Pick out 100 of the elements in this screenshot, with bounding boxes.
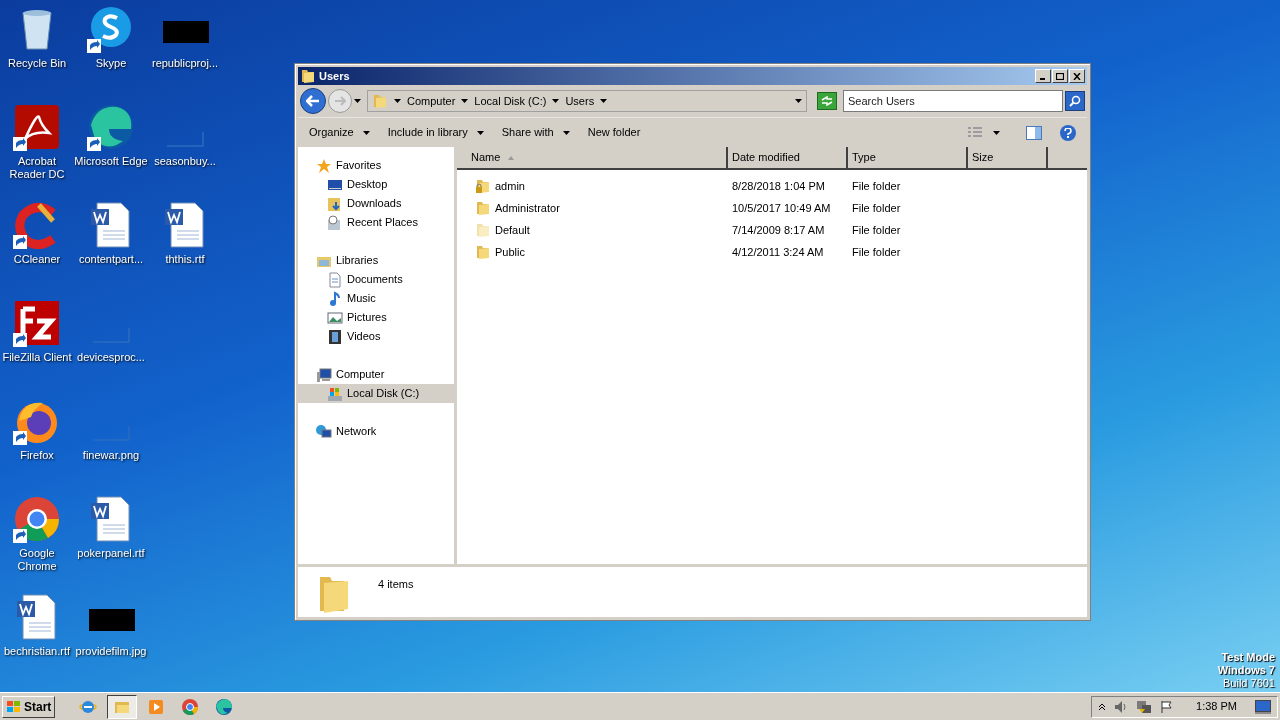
edge-icon: [215, 697, 234, 716]
toolbar-button[interactable]: Share with: [501, 121, 570, 144]
back-button[interactable]: [300, 88, 326, 114]
nav-item[interactable]: Downloads: [298, 194, 454, 213]
desktop-icon-label[interactable]: bechristian.rtf: [0, 645, 74, 658]
desktop-icon-label[interactable]: Recycle Bin: [0, 57, 74, 70]
desktop-icon-label[interactable]: Microsoft Edge: [74, 155, 148, 168]
explorer-taskbar-icon[interactable]: [107, 694, 138, 719]
caret-icon: [461, 99, 469, 103]
speaker-icon[interactable]: [1114, 699, 1129, 714]
column-header[interactable]: Name: [457, 147, 728, 168]
maximize-button[interactable]: [1052, 69, 1068, 83]
desktop-icon-label[interactable]: finewar.png: [74, 449, 148, 462]
nav-item[interactable]: Computer: [298, 365, 454, 384]
desktop-icon-label[interactable]: Firefox: [0, 449, 74, 462]
music-icon: [327, 290, 343, 307]
network-icon[interactable]: [1136, 699, 1153, 714]
desktop-icon-label[interactable]: Google Chrome: [0, 547, 74, 573]
toolbar-button[interactable]: Include in library: [387, 121, 484, 144]
test-mode-text: Windows 7: [1217, 664, 1275, 677]
folder-icon: [300, 68, 316, 84]
history-caret-icon: [354, 99, 361, 103]
desktop-icon-label[interactable]: republicproj...: [148, 57, 222, 70]
address-dropdown-icon: [795, 99, 802, 103]
caret-icon: [562, 130, 570, 135]
view-options-button[interactable]: [967, 126, 1000, 139]
start-button[interactable]: Start: [2, 695, 56, 718]
desktop-icon-label[interactable]: devicesproc...: [74, 351, 148, 364]
caret-icon: [600, 99, 608, 103]
chrome-icon: [181, 697, 200, 716]
caret-icon: [394, 99, 401, 103]
recent-icon: [327, 214, 343, 231]
test-mode-text: Test Mode: [1221, 651, 1275, 664]
forward-arrow-icon: [334, 96, 346, 106]
type-cell-text: File folder: [851, 244, 902, 260]
preview-pane-button[interactable]: [1026, 125, 1042, 140]
column-header[interactable]: Date modified: [728, 147, 848, 168]
documents-icon: [327, 271, 343, 288]
toolbar-button[interactable]: Organize: [309, 121, 370, 144]
search-icon: [1069, 95, 1081, 107]
desktop-icon-label[interactable]: pokerpanel.rtf: [74, 547, 148, 560]
flag-icon[interactable]: [1160, 699, 1175, 714]
network-icon: [316, 423, 332, 440]
type-cell-text: File folder: [851, 222, 902, 238]
disk-icon: [327, 385, 343, 402]
nav-item[interactable]: Pictures: [298, 308, 454, 327]
refresh-button[interactable]: [817, 92, 837, 110]
close-button[interactable]: [1069, 69, 1085, 83]
star-icon: [316, 157, 332, 174]
column-header[interactable]: Size: [968, 147, 1048, 168]
file-name[interactable]: Public: [457, 243, 728, 261]
toolbar-button[interactable]: New folder: [587, 121, 641, 144]
address-bar[interactable]: Computer Local Disk (C:) Users: [367, 90, 807, 112]
breadcrumb-item[interactable]: Computer: [407, 92, 456, 110]
file-name[interactable]: Administrator: [457, 199, 728, 217]
caret-icon: [476, 130, 484, 135]
nav-item[interactable]: Network: [298, 422, 454, 441]
nav-item[interactable]: Recent Places: [298, 213, 454, 232]
desktop-icon-label[interactable]: providefilm.jpg: [74, 645, 148, 658]
nav-item[interactable]: Videos: [298, 327, 454, 346]
chevron-up-icon[interactable]: [1098, 702, 1107, 711]
minimize-button[interactable]: [1035, 69, 1051, 83]
desktop-icon-label[interactable]: CCleaner: [0, 253, 74, 266]
media-icon: [147, 697, 166, 716]
folder-icon: [372, 93, 388, 109]
breadcrumb-item[interactable]: Local Disk (C:): [474, 92, 547, 110]
desktop-icon-label[interactable]: contentpart...: [74, 253, 148, 266]
desktop-icon-label[interactable]: ththis.rtf: [148, 253, 222, 266]
window-title: Users: [319, 68, 351, 84]
nav-item[interactable]: Documents: [298, 270, 454, 289]
type-cell-text: File folder: [851, 178, 902, 194]
nav-item[interactable]: Music: [298, 289, 454, 308]
desktop-icon-label[interactable]: Skype: [74, 57, 148, 70]
close-icon: [1073, 72, 1081, 80]
breadcrumb-item[interactable]: Users: [565, 92, 595, 110]
folder-icon: [475, 244, 491, 260]
nav-item[interactable]: Favorites: [298, 156, 454, 175]
nav-item[interactable]: Libraries: [298, 251, 454, 270]
desktop-icon-label[interactable]: seasonbuy...: [148, 155, 222, 168]
windows-logo-icon: [6, 699, 22, 714]
search-button[interactable]: [1065, 91, 1085, 111]
folder-icon: [475, 200, 491, 216]
preview-pane-icon: [1026, 125, 1042, 140]
folder-icon: [475, 222, 491, 238]
desktop-icon-label[interactable]: Acrobat Reader DC: [0, 155, 74, 181]
help-button[interactable]: [1060, 124, 1076, 141]
pictures-icon: [327, 309, 343, 326]
clock[interactable]: 1:38 PM: [1196, 698, 1237, 715]
show-desktop-icon[interactable]: [1255, 699, 1271, 714]
refresh-icon: [821, 96, 833, 106]
desktop-icon-label[interactable]: FileZilla Client: [0, 351, 74, 364]
search-field[interactable]: Search Users: [843, 90, 1063, 112]
file-name[interactable]: admin: [457, 177, 728, 195]
column-header[interactable]: Type: [848, 147, 968, 168]
caret-icon: [362, 130, 370, 135]
nav-item[interactable]: Local Disk (C:): [298, 384, 454, 403]
nav-item[interactable]: Desktop: [298, 175, 454, 194]
computer-icon: [316, 366, 332, 383]
caret-icon: [993, 130, 1000, 135]
file-name[interactable]: Default: [457, 221, 728, 239]
